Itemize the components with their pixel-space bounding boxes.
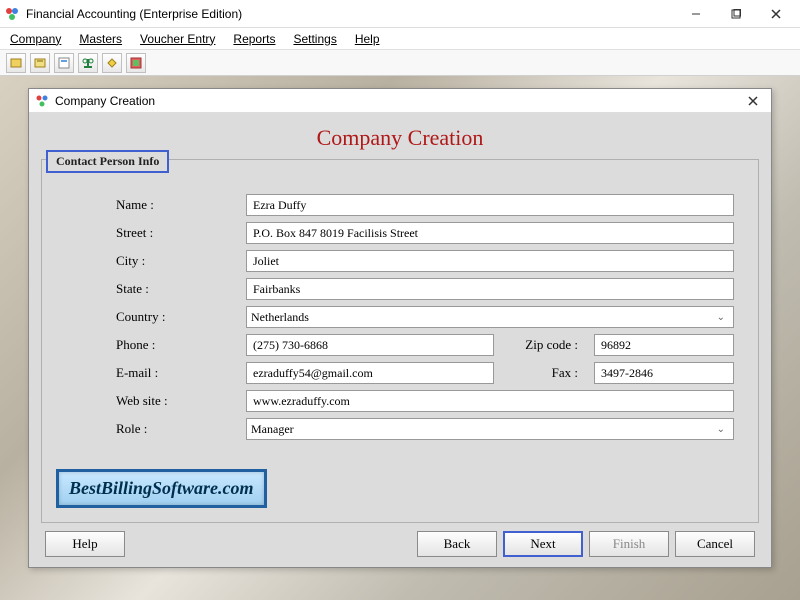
label-name: Name : <box>116 197 236 213</box>
modal-title: Company Creation <box>55 94 741 108</box>
form-area: Contact Person Info Name : Street : City… <box>41 159 759 523</box>
maximize-button[interactable] <box>716 3 756 25</box>
section-tab: Contact Person Info <box>46 150 169 173</box>
toolbar-btn-6[interactable] <box>126 53 146 73</box>
street-field[interactable] <box>246 222 734 244</box>
country-value: Netherlands <box>251 310 309 325</box>
button-row: Help Back Next Finish Cancel <box>41 531 759 557</box>
help-button[interactable]: Help <box>45 531 125 557</box>
modal-heading: Company Creation <box>41 125 759 151</box>
chevron-down-icon: ⌄ <box>717 424 729 435</box>
menubar: Company Masters Voucher Entry Reports Se… <box>0 28 800 50</box>
phone-field[interactable] <box>246 334 494 356</box>
label-fax: Fax : <box>504 365 584 381</box>
menu-help[interactable]: Help <box>355 32 380 46</box>
label-zip: Zip code : <box>504 337 584 353</box>
city-field[interactable] <box>246 250 734 272</box>
close-button[interactable] <box>756 3 796 25</box>
label-website: Web site : <box>116 393 236 409</box>
website-field[interactable] <box>246 390 734 412</box>
menu-reports[interactable]: Reports <box>233 32 275 46</box>
menu-company[interactable]: Company <box>10 32 61 46</box>
menu-masters[interactable]: Masters <box>79 32 122 46</box>
label-state: State : <box>116 281 236 297</box>
back-button[interactable]: Back <box>417 531 497 557</box>
modal-close-button[interactable] <box>741 92 765 110</box>
branding-banner: BestBillingSoftware.com <box>56 469 267 508</box>
app-icon <box>4 6 20 22</box>
next-button[interactable]: Next <box>503 531 583 557</box>
menu-voucher[interactable]: Voucher Entry <box>140 32 215 46</box>
company-creation-dialog: Company Creation Company Creation Contac… <box>28 88 772 568</box>
label-phone: Phone : <box>116 337 236 353</box>
minimize-button[interactable] <box>676 3 716 25</box>
label-role: Role : <box>116 421 236 437</box>
toolbar-btn-2[interactable] <box>30 53 50 73</box>
role-value: Manager <box>251 422 294 437</box>
label-email: E-mail : <box>116 365 236 381</box>
toolbar-btn-4[interactable] <box>78 53 98 73</box>
toolbar-btn-5[interactable] <box>102 53 122 73</box>
menu-settings[interactable]: Settings <box>293 32 336 46</box>
cancel-button[interactable]: Cancel <box>675 531 755 557</box>
fax-field[interactable] <box>594 362 734 384</box>
label-city: City : <box>116 253 236 269</box>
main-titlebar: Financial Accounting (Enterprise Edition… <box>0 0 800 28</box>
modal-titlebar: Company Creation <box>29 89 771 113</box>
country-select[interactable]: Netherlands ⌄ <box>246 306 734 328</box>
email-field[interactable] <box>246 362 494 384</box>
toolbar-btn-1[interactable] <box>6 53 26 73</box>
finish-button: Finish <box>589 531 669 557</box>
app-title: Financial Accounting (Enterprise Edition… <box>26 7 676 21</box>
state-field[interactable] <box>246 278 734 300</box>
role-select[interactable]: Manager ⌄ <box>246 418 734 440</box>
name-field[interactable] <box>246 194 734 216</box>
zip-field[interactable] <box>594 334 734 356</box>
label-country: Country : <box>116 309 236 325</box>
label-street: Street : <box>116 225 236 241</box>
toolbar-btn-3[interactable] <box>54 53 74 73</box>
toolbar <box>0 50 800 76</box>
modal-icon <box>35 94 49 108</box>
chevron-down-icon: ⌄ <box>717 312 729 323</box>
